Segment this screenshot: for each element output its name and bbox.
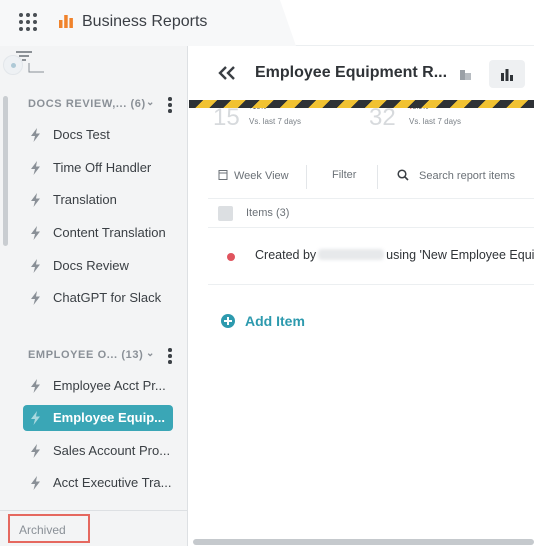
week-view-label: Week View [234,170,289,182]
sidebar-item-label: ChatGPT for Slack [53,290,162,305]
calendar-icon [218,170,228,180]
plus-circle-icon [221,314,235,328]
sidebar-item-time-off-handler[interactable]: Time Off Handler [23,155,173,181]
sidebar-item-sales-account[interactable]: Sales Account Pro... [23,438,173,464]
sidebar-item-chatgpt-for-slack[interactable]: ChatGPT for Slack [23,285,173,311]
page-title: Employee Equipment R... [255,64,448,81]
items-count-label: Items (3) [246,207,290,219]
main-panel: Employee Equipment R... 15 ↑16% Vs. last… [189,46,534,546]
search-input[interactable]: Search report items [397,169,515,182]
bolt-icon [31,161,40,175]
archived-link[interactable]: Archived [8,514,90,543]
bolt-icon [31,476,40,490]
toolbar-divider [306,165,307,189]
group-menu-kebab-icon[interactable] [168,97,172,115]
search-icon [397,169,409,181]
sidebar-item-employee-equipment[interactable]: Employee Equip... [23,405,173,431]
sidebar-item-acct-executive[interactable]: Acct Executive Tra... [23,470,173,496]
sidebar-item-label: Employee Equip... [53,410,165,425]
bar-chart-logo-icon [59,15,73,28]
bolt-icon [31,193,40,207]
sidebar-item-content-translation[interactable]: Content Translation [23,220,173,246]
table-row[interactable]: Created by using 'New Employee Equi [208,229,534,285]
search-placeholder: Search report items [419,170,515,182]
toolbar-divider [377,165,378,189]
bolt-icon [31,379,40,393]
group-menu-kebab-icon[interactable] [168,348,172,366]
divider [0,510,188,511]
stat-comparison: Vs. last 7 days [409,117,462,126]
bolt-icon [31,411,40,425]
group-header-docs-review[interactable]: DOCS REVIEW,... (6) ⌄ [28,97,154,110]
sidebar-item-label: Time Off Handler [53,160,152,175]
sidebar-item-label: Content Translation [53,225,166,240]
stat-value: 32 [369,104,396,131]
bolt-icon [31,291,40,305]
help-bubble-icon[interactable] [3,55,23,75]
sidebar-item-label: Sales Account Pro... [53,443,171,458]
bolt-icon [31,226,40,240]
horizontal-scrollbar[interactable] [193,539,534,545]
redacted-name [318,249,385,260]
bolt-icon [31,444,40,458]
group-count: (6) [130,98,146,110]
group-title: EMPLOYEE O... [28,349,118,361]
group-count: (13) [121,349,144,361]
sidebar: DOCS REVIEW,... (6) ⌄ Docs Test Time Off… [0,46,188,546]
items-table-header: Items (3) [208,198,534,228]
top-header: Business Reports [0,0,534,46]
sidebar-scrollbar[interactable] [3,96,8,246]
add-item-label: Add Item [245,313,305,329]
double-chevron-left-icon[interactable] [217,65,237,81]
chart-view-button[interactable] [489,60,525,88]
collapse-corner-icon [28,63,44,73]
stat-comparison: Vs. last 7 days [249,117,302,126]
sidebar-item-label: Acct Executive Tra... [53,475,172,490]
chevron-down-icon[interactable]: ⌄ [146,348,155,359]
week-view-button[interactable]: Week View [218,169,289,182]
hazard-stripe-banner [189,100,534,108]
sidebar-item-translation[interactable]: Translation [23,187,173,213]
group-title: DOCS REVIEW,... [28,98,127,110]
chevron-down-icon[interactable]: ⌄ [146,97,155,108]
row-text: Created by using 'New Employee Equi [255,248,534,262]
group-header-employee-onboarding[interactable]: EMPLOYEE O... (13) ⌄ [28,348,154,361]
stat-value: 15 [213,104,240,131]
sidebar-item-employee-acct[interactable]: Employee Acct Pr... [23,373,173,399]
bar-chart-icon [501,69,513,81]
app-title: Business Reports [82,13,208,30]
sidebar-item-label: Docs Review [53,258,129,273]
sidebar-item-docs-review[interactable]: Docs Review [23,253,173,279]
select-all-checkbox[interactable] [218,206,233,221]
sidebar-item-label: Docs Test [53,127,110,142]
building-icon[interactable] [459,68,472,80]
sidebar-item-label: Translation [53,192,117,207]
filter-button[interactable]: Filter [332,169,356,181]
status-dot-icon [227,253,235,261]
bolt-icon [31,128,40,142]
app-grid-icon[interactable] [19,13,37,31]
sidebar-item-docs-test[interactable]: Docs Test [23,122,173,148]
sidebar-item-label: Employee Acct Pr... [53,378,166,393]
bolt-icon [31,259,40,273]
